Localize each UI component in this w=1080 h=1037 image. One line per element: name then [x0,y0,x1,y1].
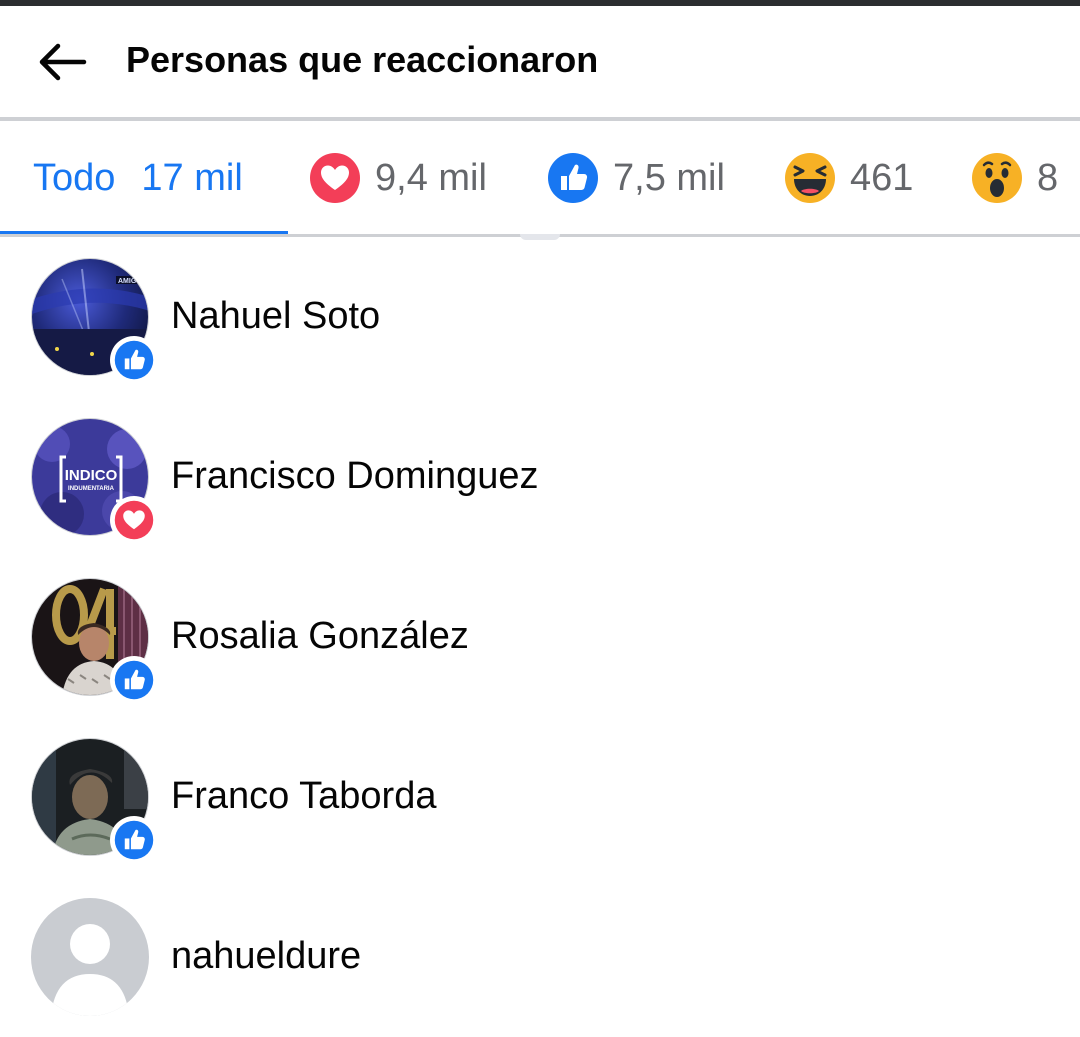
list-item[interactable]: Rosalia González [0,557,1080,717]
tab-all-count: 17 mil [141,156,243,199]
tab-all[interactable]: Todo 17 mil [33,121,243,235]
reaction-badge [110,496,158,544]
list-item[interactable]: INDICO INDUMENTARIA Francisco Dominguez [0,397,1080,557]
tab-like[interactable]: 7,5 mil [547,121,725,235]
back-button[interactable] [34,40,90,84]
reaction-tabs: Todo 17 mil 9,4 mil 7,5 mil 461 8 [0,121,1080,235]
like-reaction-icon [114,340,154,380]
reactor-name[interactable]: Francisco Dominguez [171,453,538,499]
arrow-left-icon [39,43,87,81]
page-title: Personas que reaccionaron [126,39,599,80]
like-reaction-icon [114,660,154,700]
haha-reaction-icon [785,153,835,203]
list-item[interactable]: nahueldure [0,877,1080,1037]
reaction-badge [110,656,158,704]
love-reaction-icon [114,500,154,540]
avatar-logo-subtext: INDUMENTARIA [68,486,115,492]
list-item[interactable]: Franco Taborda [0,717,1080,877]
tab-all-label: Todo [33,156,116,199]
reactor-name[interactable]: Nahuel Soto [171,293,380,339]
tab-love[interactable]: 9,4 mil [309,121,487,235]
avatar-logo-text: INDICO [65,467,118,484]
like-reaction-icon [114,820,154,860]
tab-love-count: 9,4 mil [375,156,487,199]
tab-like-count: 7,5 mil [613,156,725,199]
avatar[interactable] [31,898,149,1016]
reactor-name[interactable]: Franco Taborda [171,773,436,819]
default-avatar-icon [31,898,149,1016]
love-reaction-icon [310,153,360,203]
tab-wow-count: 8 [1037,156,1059,199]
reaction-badge [110,816,158,864]
avatar-banner-text: AMIGO [118,278,142,285]
reactor-name[interactable]: Rosalia González [171,613,469,659]
like-reaction-icon [548,153,598,203]
list-item[interactable]: AMIGO Nahuel Soto [0,237,1080,397]
tab-haha[interactable]: 461 [784,121,913,235]
tab-haha-count: 461 [850,156,914,199]
wow-reaction-icon [972,153,1022,203]
reaction-badge [110,336,158,384]
reactor-name[interactable]: nahueldure [171,933,361,979]
header: Personas que reaccionaron [0,6,1080,118]
tab-wow[interactable]: 8 [971,121,1058,235]
